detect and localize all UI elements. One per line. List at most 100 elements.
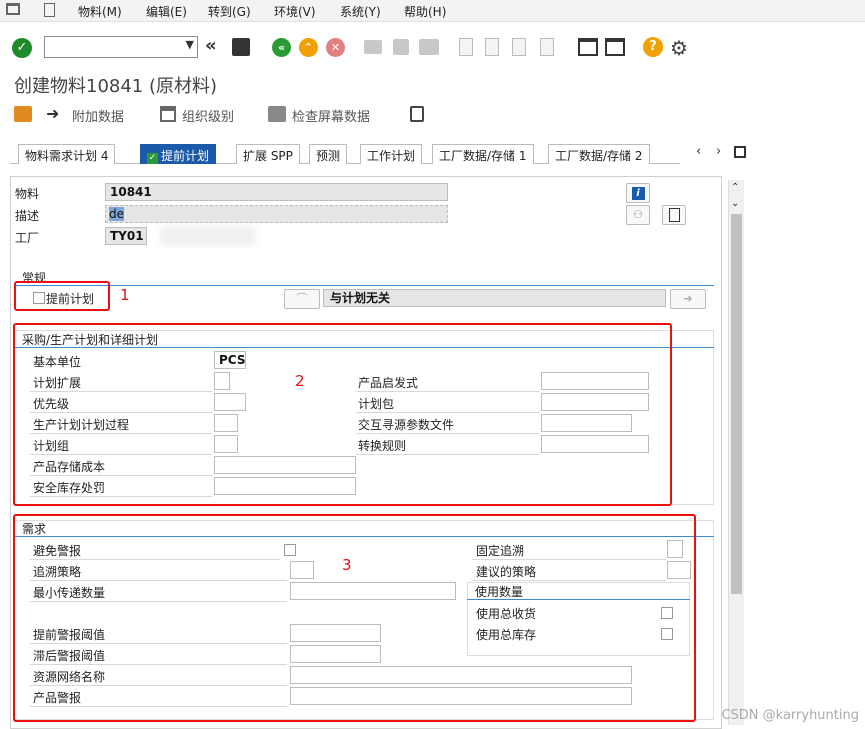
prod-plan-procedure-field[interactable] <box>214 414 238 432</box>
last-page-icon[interactable] <box>540 38 554 56</box>
resource-network-label: 资源网络名称 <box>33 670 106 684</box>
find-next-icon[interactable] <box>419 39 439 55</box>
tab-next-icon[interactable]: › <box>716 144 721 159</box>
plan-right-button[interactable]: ➜ <box>670 289 706 309</box>
save-icon[interactable] <box>232 38 250 56</box>
menu-material[interactable]: 物料(M) <box>78 3 122 20</box>
conversion-rule-field[interactable] <box>541 435 649 453</box>
prod-plan-procedure-label: 生产计划计划过程 <box>33 418 130 432</box>
command-field[interactable]: ▼ <box>44 36 198 58</box>
find-icon[interactable] <box>393 39 409 55</box>
tab-check-icon: ✓ <box>147 153 158 164</box>
help-icon[interactable]: ? <box>643 37 663 57</box>
advanced-planning-label: 提前计划 <box>46 292 95 306</box>
menu-environment[interactable]: 环境(V) <box>274 3 316 20</box>
plan-extension-label: 计划扩展 <box>33 376 82 390</box>
priority-label: 优先级 <box>33 397 70 411</box>
pegging-strategy-label: 追溯策略 <box>33 565 82 579</box>
check-screen-label: 检查屏幕数据 <box>292 110 371 125</box>
late-alert-field[interactable] <box>290 645 381 663</box>
min-pass-qty-label: 最小传递数量 <box>33 586 106 600</box>
exit-icon[interactable]: ⌃ <box>299 38 318 57</box>
avoid-alert-checkbox[interactable] <box>284 544 296 556</box>
lock-icon[interactable] <box>410 106 424 122</box>
storage-cost-field[interactable] <box>214 456 356 474</box>
scroll-thumb[interactable] <box>731 214 742 594</box>
proposed-strategy-field[interactable] <box>667 561 691 579</box>
cancel-icon[interactable]: ✕ <box>326 38 345 57</box>
org-levels-label: 组织级别 <box>182 110 235 125</box>
new-session-icon[interactable] <box>578 38 598 56</box>
early-alert-field[interactable] <box>290 624 381 642</box>
tab-mrp-4[interactable]: 物料需求计划 4 <box>18 144 116 164</box>
chevron-down-icon[interactable]: ▼ <box>186 38 194 51</box>
product-alert-field[interactable] <box>290 687 632 705</box>
storage-cost-label: 产品存储成本 <box>33 460 106 474</box>
plan-extension-field[interactable] <box>214 372 230 390</box>
tab-work-scheduling[interactable]: 工作计划 <box>360 144 423 164</box>
use-total-stock-label: 使用总库存 <box>476 628 537 642</box>
plant-name-blurred <box>160 227 255 245</box>
document-button[interactable] <box>662 205 686 225</box>
description-label: 描述 <box>15 209 40 223</box>
fixed-pegging-field[interactable] <box>667 540 683 558</box>
description-field[interactable]: de <box>105 205 448 223</box>
print-icon[interactable] <box>364 40 382 54</box>
base-unit-field[interactable]: PCS <box>214 351 246 369</box>
menu-icon[interactable] <box>6 3 20 15</box>
min-pass-qty-field[interactable] <box>290 582 456 600</box>
scroll-up-icon[interactable]: ⌃ <box>731 182 739 193</box>
priority-field[interactable] <box>214 393 246 411</box>
tab-extended-spp[interactable]: 扩展 SPP <box>236 144 300 164</box>
product-alert-label: 产品警报 <box>33 691 82 705</box>
material-label: 物料 <box>15 187 40 201</box>
pegging-strategy-field[interactable] <box>290 561 314 579</box>
glasses-button[interactable]: ⚇ <box>626 205 650 225</box>
tab-plant-data-1[interactable]: 工厂数据/存储 1 <box>432 144 534 164</box>
plan-group-field[interactable] <box>214 435 238 453</box>
plan-left-button[interactable]: ⌒ <box>284 289 320 309</box>
arrow-out-icon: ➜ <box>683 292 693 305</box>
other-material-icon[interactable] <box>14 106 32 122</box>
menu-help[interactable]: 帮助(H) <box>404 3 446 20</box>
vertical-scrollbar[interactable]: ⌃ ⌄ <box>728 180 744 725</box>
tab-plant-data-2[interactable]: 工厂数据/存储 2 <box>548 144 650 164</box>
interactive-sourcing-field[interactable] <box>541 414 632 432</box>
arrow-right-icon: ➜ <box>46 104 60 123</box>
page-icon[interactable] <box>44 3 55 17</box>
heuristic-field[interactable] <box>541 372 649 390</box>
info-button[interactable]: i <box>626 183 650 203</box>
use-total-stock-checkbox[interactable] <box>661 628 673 640</box>
tab-forecast[interactable]: 预测 <box>309 144 348 164</box>
glasses-icon: ⚇ <box>633 208 643 221</box>
tab-list-icon[interactable] <box>734 146 746 158</box>
enter-check-icon[interactable]: ✓ <box>12 38 32 58</box>
back-icon[interactable]: « <box>272 38 291 57</box>
page-title: 创建物料10841 (原材料) <box>14 76 218 97</box>
safety-stock-penalty-field[interactable] <box>214 477 356 495</box>
settings-gear-icon[interactable]: ⚙ <box>670 36 688 60</box>
advanced-planning-checkbox[interactable] <box>33 292 45 304</box>
material-field: 10841 <box>105 183 448 201</box>
scroll-down-icon[interactable]: ⌄ <box>731 198 739 209</box>
tab-advanced-planning-label: 提前计划 <box>161 149 210 163</box>
avoid-alert-label: 避免警报 <box>33 544 82 558</box>
menu-goto[interactable]: 转到(G) <box>208 3 251 20</box>
next-page-icon[interactable] <box>512 38 526 56</box>
plan-package-label: 计划包 <box>358 397 395 411</box>
shortcut-icon[interactable] <box>605 38 625 56</box>
double-left-icon[interactable]: « <box>205 35 217 56</box>
menu-edit[interactable]: 编辑(E) <box>146 3 187 20</box>
early-alert-label: 提前警报阈值 <box>33 628 106 642</box>
tab-prev-icon[interactable]: ‹ <box>696 144 701 159</box>
prev-page-icon[interactable] <box>485 38 499 56</box>
first-page-icon[interactable] <box>459 38 473 56</box>
marker-1: 1 <box>120 286 130 304</box>
resource-network-field[interactable] <box>290 666 632 684</box>
tab-advanced-planning[interactable]: ✓ 提前计划 <box>140 144 217 164</box>
fixed-pegging-label: 固定追溯 <box>476 544 525 558</box>
plan-package-field[interactable] <box>541 393 649 411</box>
menu-system[interactable]: 系统(Y) <box>340 3 381 20</box>
use-total-receipt-checkbox[interactable] <box>661 607 673 619</box>
undo-icon: ⌒ <box>296 292 308 305</box>
